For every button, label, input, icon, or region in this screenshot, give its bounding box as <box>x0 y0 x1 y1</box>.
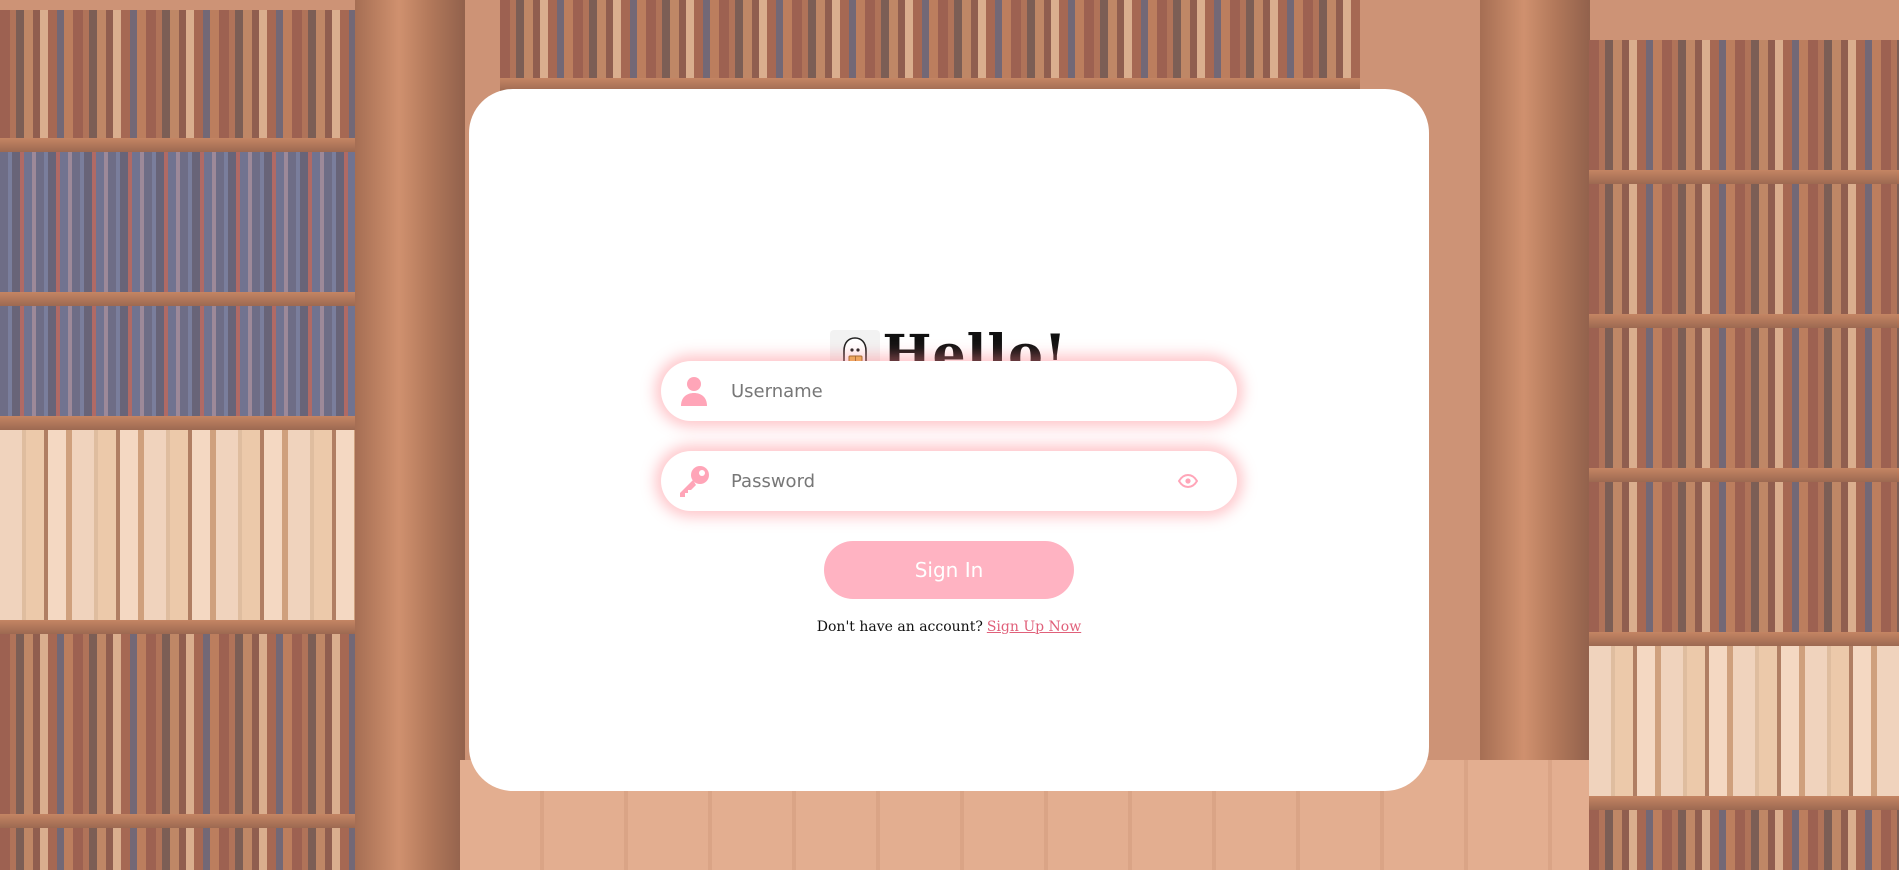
eye-icon[interactable] <box>1177 470 1199 492</box>
password-field[interactable] <box>661 450 1237 512</box>
sign-up-link[interactable]: Sign Up Now <box>987 619 1081 635</box>
key-icon <box>677 464 711 498</box>
user-icon <box>677 374 711 408</box>
login-card: Hello! Sign In <box>469 89 1429 791</box>
sign-in-button[interactable]: Sign In <box>824 541 1074 599</box>
username-input[interactable] <box>729 360 1237 422</box>
signup-prompt-row: Don't have an account? Sign Up Now <box>469 619 1429 635</box>
signup-prompt-text: Don't have an account? <box>816 619 983 635</box>
password-input[interactable] <box>729 450 1177 512</box>
username-field[interactable] <box>661 360 1237 422</box>
